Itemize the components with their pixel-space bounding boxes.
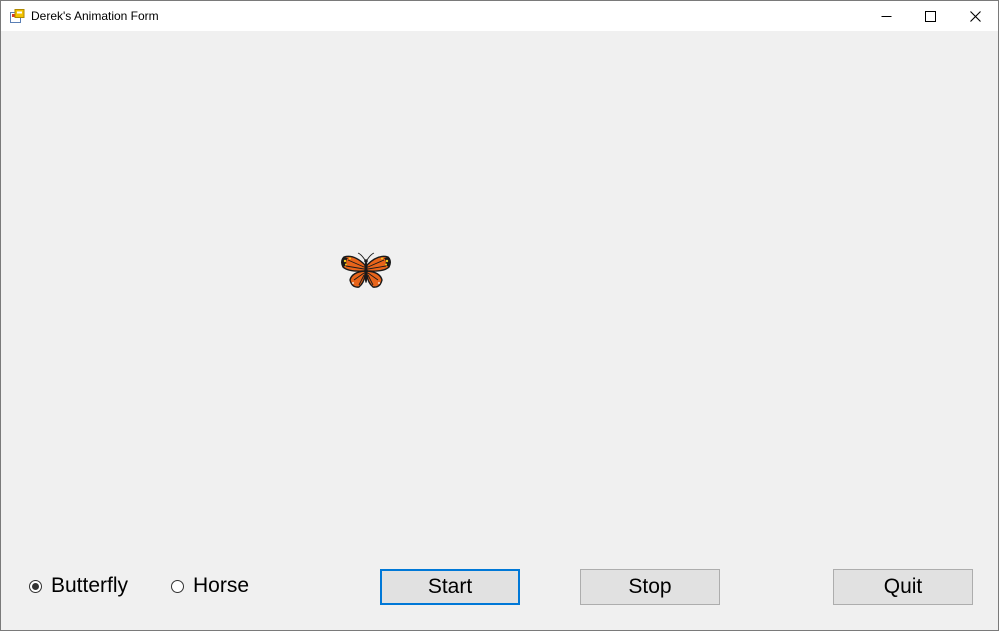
stop-button[interactable]: Stop <box>580 569 720 605</box>
animation-area: Butterfly Horse Start Stop Quit <box>1 31 998 630</box>
window-title: Derek's Animation Form <box>31 9 159 23</box>
radio-dot <box>32 582 39 590</box>
butterfly-radio[interactable]: Butterfly <box>29 574 128 598</box>
start-button[interactable]: Start <box>380 569 520 605</box>
butterfly-radio-label: Butterfly <box>51 574 129 597</box>
minimize-icon <box>881 11 892 22</box>
radio-unselected-indicator[interactable] <box>171 579 184 593</box>
maximize-button[interactable] <box>907 1 953 31</box>
radio-selected-indicator[interactable] <box>29 579 42 593</box>
close-icon <box>969 10 981 22</box>
close-button[interactable] <box>952 1 998 31</box>
minimize-button[interactable] <box>863 1 909 31</box>
horse-radio-label: Horse <box>193 574 250 597</box>
horse-radio[interactable]: Horse <box>171 574 249 598</box>
title-bar[interactable]: Derek's Animation Form <box>1 1 998 31</box>
maximize-icon <box>924 10 936 22</box>
quit-button[interactable]: Quit <box>833 569 973 605</box>
app-window: Derek's Animation Form Butterfly Horse S… <box>0 0 999 631</box>
butterfly-sprite <box>341 252 391 288</box>
form-app-icon <box>10 9 25 23</box>
